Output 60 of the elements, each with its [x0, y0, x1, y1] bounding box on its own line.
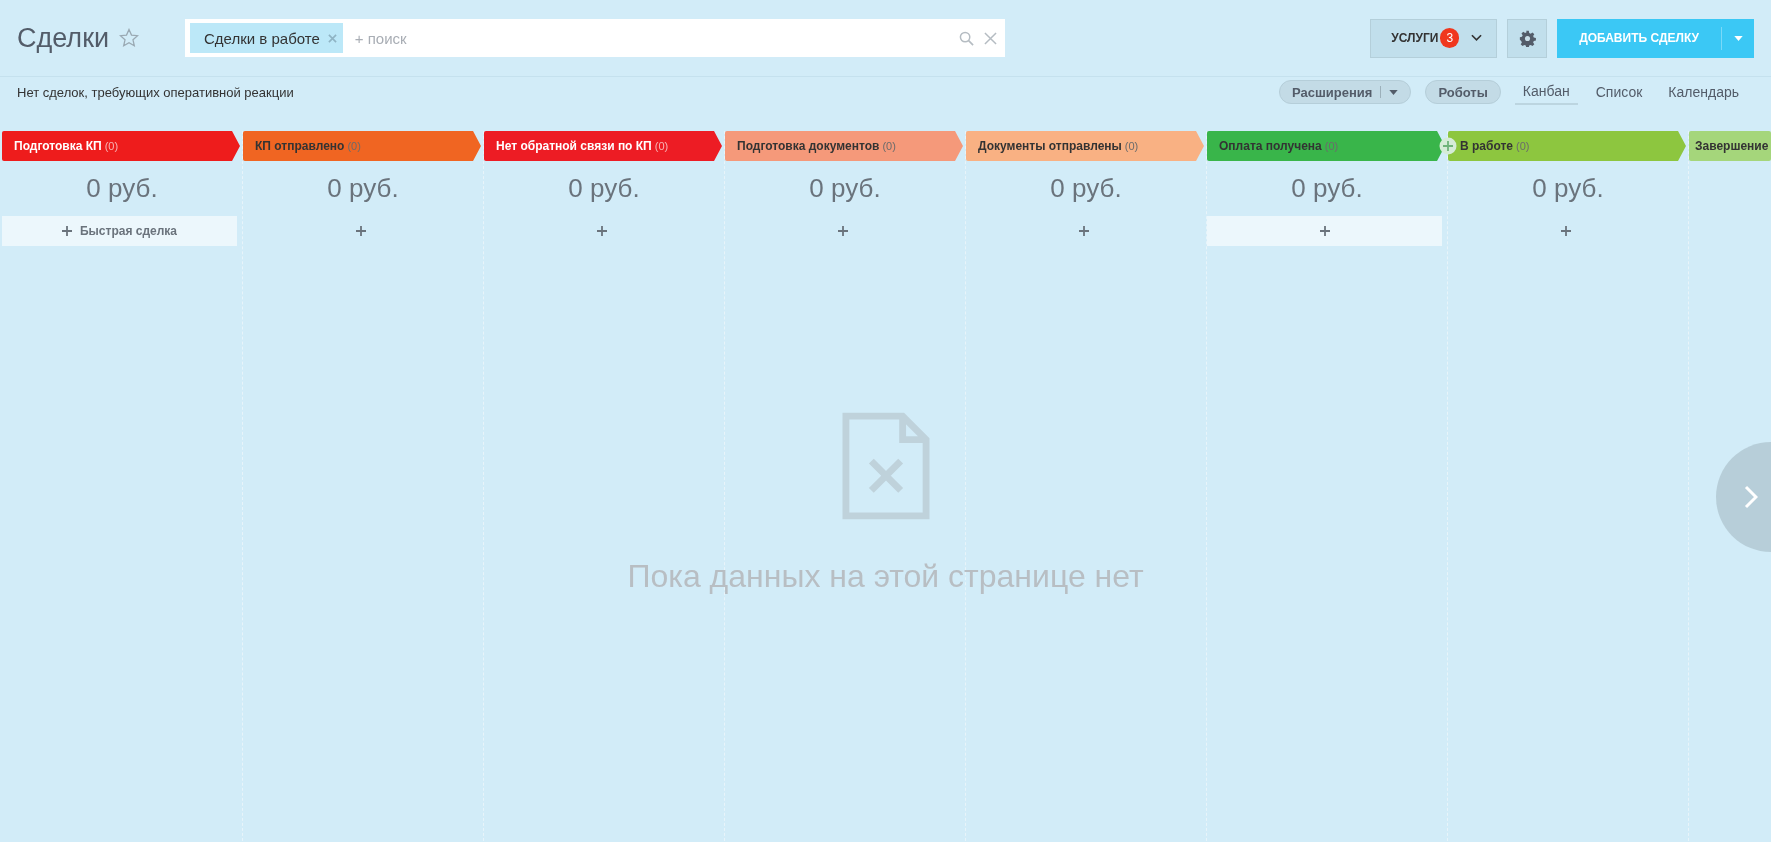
close-icon[interactable]: [984, 31, 998, 45]
view-tab[interactable]: Календарь: [1660, 80, 1747, 104]
stage-sum: 0 руб.: [1049, 173, 1123, 204]
stage-sum: 0 руб.: [326, 173, 400, 204]
page-title: Сделки: [17, 22, 110, 54]
notice-text: Нет сделок, требующих оперативной реакции: [17, 84, 294, 100]
stage-name: Завершение: [1695, 139, 1769, 153]
stage-name: КП отправлено: [255, 139, 345, 153]
view-tab[interactable]: Список: [1587, 80, 1651, 104]
caret-icon: [1733, 35, 1743, 41]
caret-icon: [1389, 89, 1399, 95]
quick-add-button[interactable]: [1207, 216, 1442, 246]
filter-tag[interactable]: Сделки в работе: [190, 23, 343, 53]
view-tab[interactable]: Канбан: [1514, 79, 1578, 105]
plus-icon: [1078, 226, 1089, 236]
extensions-button[interactable]: Расширения: [1279, 80, 1412, 104]
empty-file-icon: [841, 412, 930, 520]
stage-count: (0): [1324, 140, 1339, 152]
stage-count: (0): [654, 140, 669, 152]
plus-icon: [62, 226, 72, 236]
stage-sum: 0 руб.: [567, 173, 641, 204]
star-icon[interactable]: [119, 28, 140, 48]
settings-icon: [1518, 29, 1536, 47]
close-icon[interactable]: [327, 33, 337, 43]
services-button[interactable]: УСЛУГИ 3: [1370, 18, 1498, 58]
stage-sum: 0 руб.: [1531, 173, 1605, 204]
plus-icon: [837, 226, 848, 236]
plus-icon: [1560, 226, 1571, 236]
stage-name: Подготовка документов: [737, 139, 880, 153]
quick-add-button[interactable]: Быстрая сделка: [2, 216, 237, 246]
stage-name: Документы отправлены: [978, 139, 1122, 153]
count-badge: 3: [1440, 28, 1460, 48]
settings-button[interactable]: [1507, 18, 1548, 58]
stage-name: Подготовка КП: [14, 139, 102, 153]
plus-icon: [1319, 226, 1330, 236]
stage-sum: 0 руб.: [85, 173, 159, 204]
stage-count: (0): [882, 140, 896, 152]
stage-count: (0): [347, 140, 361, 152]
stage-count: (0): [1124, 140, 1139, 152]
stage-header[interactable]: КП отправлено (0): [243, 131, 481, 161]
stage-header[interactable]: Завершение: [1689, 131, 1771, 161]
stage-count: (0): [1516, 140, 1530, 152]
chevron-right-icon: [1744, 485, 1758, 509]
stage-header[interactable]: Подготовка КП (0): [2, 131, 240, 161]
search-field[interactable]: Сделки в работе + поиск: [185, 19, 1006, 57]
plus-icon: [596, 226, 607, 236]
stage-header[interactable]: Подготовка документов (0): [725, 131, 963, 161]
stage-header[interactable]: В работе (0): [1448, 131, 1686, 161]
chevron-down-icon: [1471, 34, 1483, 42]
robots-button[interactable]: Роботы: [1425, 80, 1501, 104]
search-icon[interactable]: [959, 30, 975, 46]
stage-count: (0): [104, 140, 119, 152]
stage-name: Оплата получена: [1219, 139, 1322, 153]
stage-sum: 0 руб.: [1290, 173, 1364, 204]
stage-sum: 0 руб.: [808, 173, 882, 204]
stage-header[interactable]: Нет обратной связи по КП (0): [484, 131, 722, 161]
stage-header[interactable]: Документы отправлены (0): [966, 131, 1204, 161]
plus-icon: [355, 226, 366, 236]
stage-name: В работе: [1460, 139, 1513, 153]
stage-name: Нет обратной связи по КП: [496, 139, 652, 153]
